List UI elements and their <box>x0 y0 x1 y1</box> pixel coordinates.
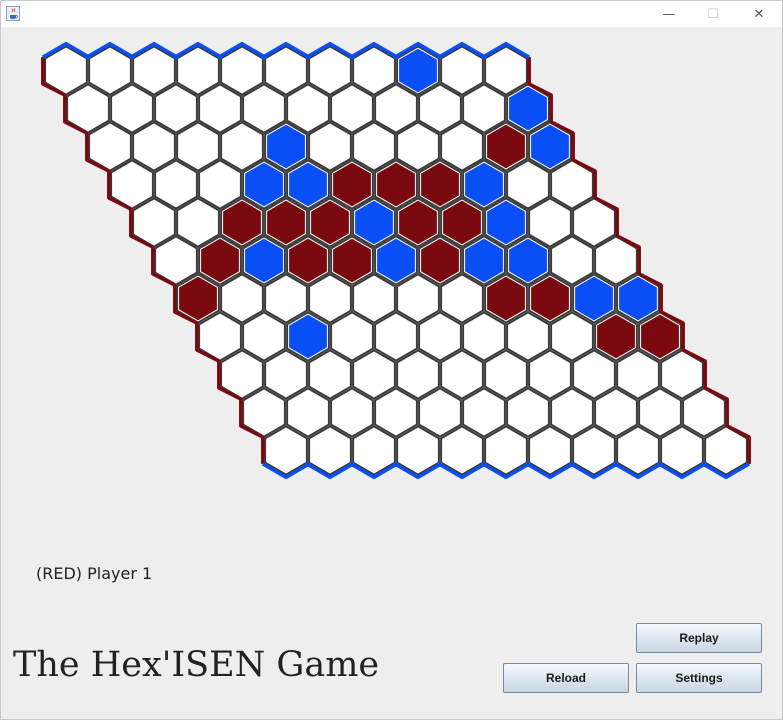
java-coffee-cup-icon <box>6 6 20 21</box>
close-icon[interactable]: ✕ <box>737 1 781 27</box>
app-window: — ☐ ✕ (RED) Player 1 The Hex'ISEN Game R… <box>0 0 783 720</box>
maximize-icon[interactable]: ☐ <box>691 1 735 27</box>
minimize-icon[interactable]: — <box>647 1 691 27</box>
reload-button[interactable]: Reload <box>503 663 629 693</box>
current-player-label: (RED) Player 1 <box>36 564 153 583</box>
hex-board <box>41 41 751 480</box>
title-bar: — ☐ ✕ <box>1 1 782 27</box>
settings-button[interactable]: Settings <box>636 663 762 693</box>
game-title: The Hex'ISEN Game <box>13 645 380 685</box>
replay-button[interactable]: Replay <box>636 623 762 653</box>
